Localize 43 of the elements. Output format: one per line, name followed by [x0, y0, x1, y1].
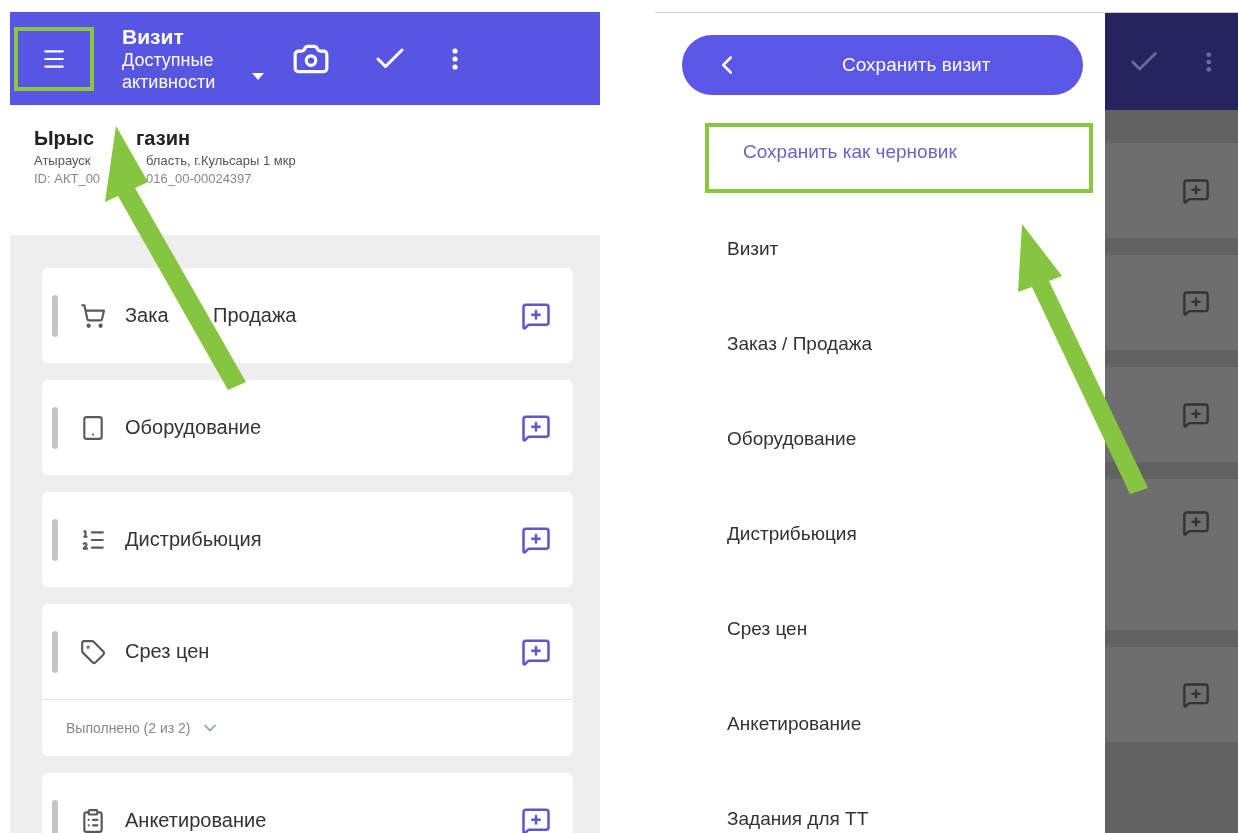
drawer-item[interactable]: Задания для ТТ [640, 771, 1105, 833]
activity-label: Анкетирование [125, 809, 267, 832]
drawer-item[interactable]: Оборудование [640, 391, 1105, 486]
store-text: газин [136, 127, 190, 150]
activity-card[interactable]: Дистрибьюция [42, 492, 573, 587]
drawer-item[interactable]: Сохранить как черновик [705, 123, 1093, 193]
activity-card[interactable]: Зака Продажа [42, 268, 573, 363]
save-visit-button[interactable]: Сохранить визит [682, 35, 1083, 95]
store-text: ID: АКТ_00 [34, 171, 102, 186]
activity-card[interactable]: Оборудование [42, 380, 573, 475]
activity-label: Дистрибьюция [125, 528, 262, 551]
store-text: бласть, г.Кульсары 1 мкр [146, 153, 296, 168]
activity-label: Срез цен [125, 640, 210, 663]
store-text: Атырауск [34, 153, 92, 168]
more-icon [1206, 51, 1212, 72]
drawer-item[interactable]: Визит [640, 201, 1105, 296]
activity-label: Продажа [213, 304, 297, 327]
activity-card[interactable]: Анкетирование [42, 773, 573, 833]
drawer-item[interactable]: Срез цен [640, 581, 1105, 676]
add-comment-icon [1182, 288, 1210, 317]
status-bar [52, 294, 58, 337]
dropdown-caret-icon[interactable] [252, 72, 264, 81]
add-comment-icon [1182, 400, 1210, 429]
activity-label: Оборудование [125, 416, 262, 439]
status-bar [52, 799, 58, 833]
add-comment-icon [1182, 680, 1210, 709]
screen-title: Визит [122, 24, 185, 49]
status-bar [52, 406, 58, 449]
activity-card[interactable]: Срез цен Выполнено (2 из 2) [42, 604, 573, 756]
store-text: 016_00-00024397 [146, 171, 252, 186]
more-icon[interactable] [452, 47, 459, 70]
drawer-item[interactable]: Заказ / Продажа [640, 296, 1105, 391]
screen-subtitle: Доступные активности [122, 48, 217, 93]
status-bar [52, 630, 58, 673]
drawer-item[interactable]: Дистрибьюция [640, 486, 1105, 581]
menu-button[interactable] [14, 26, 94, 91]
status-bar [52, 518, 58, 561]
add-comment-icon [1182, 509, 1210, 537]
completed-text: Выполнено (2 из 2) [66, 720, 191, 736]
store-text: Ырыс [34, 127, 95, 150]
activity-label: Зака [125, 304, 170, 327]
drawer-item[interactable]: Анкетирование [640, 676, 1105, 771]
add-comment-icon [1182, 176, 1210, 205]
